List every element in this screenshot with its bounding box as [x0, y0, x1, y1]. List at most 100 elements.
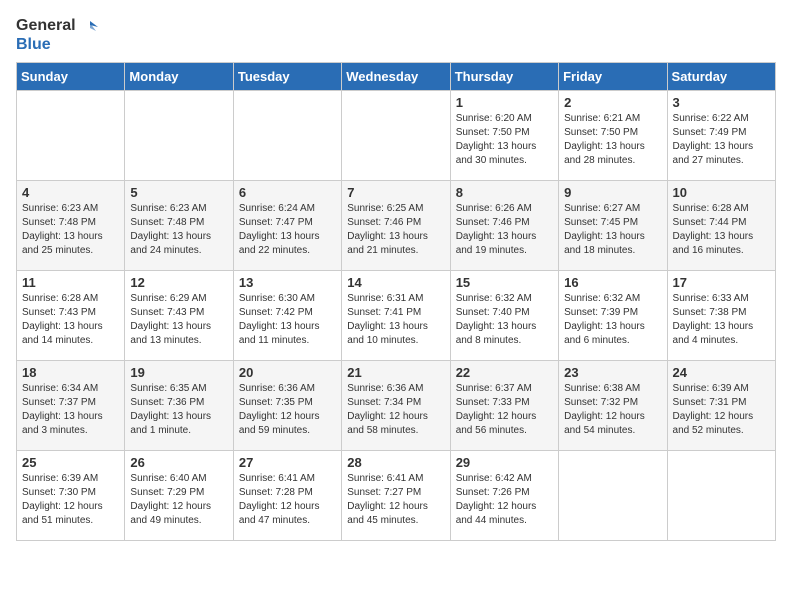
calendar-cell [559, 451, 667, 541]
weekday-header: Friday [559, 63, 667, 91]
calendar-cell [233, 91, 341, 181]
calendar-cell: 22 Sunrise: 6:37 AM Sunset: 7:33 PM Dayli… [450, 361, 558, 451]
day-info: Sunrise: 6:35 AM Sunset: 7:36 PM Dayligh… [130, 382, 227, 438]
weekday-header: Sunday [17, 63, 125, 91]
calendar-cell: 11 Sunrise: 6:28 AM Sunset: 7:43 PM Dayli… [17, 271, 125, 361]
calendar-cell: 9 Sunrise: 6:27 AM Sunset: 7:45 PM Daylig… [559, 181, 667, 271]
calendar-cell: 1Sunrise: 6:20 AM Sunset: 7:50 PM Daylig… [450, 91, 558, 181]
day-number: 25 [22, 455, 119, 470]
day-number: 19 [130, 365, 227, 380]
calendar-cell [17, 91, 125, 181]
calendar-week-row: 4 Sunrise: 6:23 AM Sunset: 7:48 PM Daylig… [17, 181, 776, 271]
day-info: Sunrise: 6:42 AM Sunset: 7:26 PM Dayligh… [456, 472, 553, 528]
day-number: 15 [456, 275, 553, 290]
day-number: 28 [347, 455, 444, 470]
weekday-header: Thursday [450, 63, 558, 91]
calendar-cell: 15 Sunrise: 6:32 AM Sunset: 7:40 PM Dayli… [450, 271, 558, 361]
logo: General Blue [16, 16, 98, 54]
day-number: 20 [239, 365, 336, 380]
calendar-cell: 21Sunrise: 6:36 AM Sunset: 7:34 PM Dayli… [342, 361, 450, 451]
calendar-cell [125, 91, 233, 181]
calendar-cell: 25Sunrise: 6:39 AM Sunset: 7:30 PM Dayli… [17, 451, 125, 541]
calendar-cell: 17 Sunrise: 6:33 AM Sunset: 7:38 PM Dayli… [667, 271, 775, 361]
day-number: 10 [673, 185, 770, 200]
day-info: Sunrise: 6:25 AM Sunset: 7:46 PM Dayligh… [347, 202, 444, 258]
calendar-cell: 4Sunrise: 6:23 AM Sunset: 7:48 PM Daylig… [17, 181, 125, 271]
calendar-cell: 7 Sunrise: 6:25 AM Sunset: 7:46 PM Daylig… [342, 181, 450, 271]
day-info: Sunrise: 6:32 AM Sunset: 7:40 PM Dayligh… [456, 292, 553, 348]
day-info: Sunrise: 6:33 AM Sunset: 7:38 PM Dayligh… [673, 292, 770, 348]
day-info: Sunrise: 6:28 AM Sunset: 7:44 PM Dayligh… [673, 202, 770, 258]
day-number: 5 [130, 185, 227, 200]
day-info: Sunrise: 6:40 AM Sunset: 7:29 PM Dayligh… [130, 472, 227, 528]
calendar-cell: 6Sunrise: 6:24 AM Sunset: 7:47 PM Daylig… [233, 181, 341, 271]
calendar-cell: 12 Sunrise: 6:29 AM Sunset: 7:43 PM Dayli… [125, 271, 233, 361]
weekday-header: Wednesday [342, 63, 450, 91]
page-header: General Blue [16, 16, 776, 54]
calendar-table: SundayMondayTuesdayWednesdayThursdayFrid… [16, 62, 776, 541]
calendar-cell: 8 Sunrise: 6:26 AM Sunset: 7:46 PM Daylig… [450, 181, 558, 271]
day-number: 22 [456, 365, 553, 380]
day-info: Sunrise: 6:37 AM Sunset: 7:33 PM Dayligh… [456, 382, 553, 438]
day-info: Sunrise: 6:21 AM Sunset: 7:50 PM Dayligh… [564, 112, 661, 168]
day-info: Sunrise: 6:29 AM Sunset: 7:43 PM Dayligh… [130, 292, 227, 348]
calendar-cell: 3 Sunrise: 6:22 AM Sunset: 7:49 PM Daylig… [667, 91, 775, 181]
day-number: 2 [564, 95, 661, 110]
day-number: 14 [347, 275, 444, 290]
calendar-cell [667, 451, 775, 541]
calendar-week-row: 25Sunrise: 6:39 AM Sunset: 7:30 PM Dayli… [17, 451, 776, 541]
day-number: 9 [564, 185, 661, 200]
calendar-cell: 5 Sunrise: 6:23 AM Sunset: 7:48 PM Daylig… [125, 181, 233, 271]
calendar-cell: 20 Sunrise: 6:36 AM Sunset: 7:35 PM Dayli… [233, 361, 341, 451]
calendar-cell [342, 91, 450, 181]
day-number: 17 [673, 275, 770, 290]
weekday-header: Saturday [667, 63, 775, 91]
calendar-cell: 24 Sunrise: 6:39 AM Sunset: 7:31 PM Dayli… [667, 361, 775, 451]
day-number: 12 [130, 275, 227, 290]
calendar-cell: 19 Sunrise: 6:35 AM Sunset: 7:36 PM Dayli… [125, 361, 233, 451]
day-info: Sunrise: 6:22 AM Sunset: 7:49 PM Dayligh… [673, 112, 770, 168]
day-number: 7 [347, 185, 444, 200]
calendar-cell: 13 Sunrise: 6:30 AM Sunset: 7:42 PM Dayli… [233, 271, 341, 361]
day-number: 4 [22, 185, 119, 200]
calendar-cell: 10 Sunrise: 6:28 AM Sunset: 7:44 PM Dayli… [667, 181, 775, 271]
calendar-cell: 27Sunrise: 6:41 AM Sunset: 7:28 PM Dayli… [233, 451, 341, 541]
weekday-header: Tuesday [233, 63, 341, 91]
logo-bird-icon [80, 17, 98, 35]
calendar-cell: 23 Sunrise: 6:38 AM Sunset: 7:32 PM Dayli… [559, 361, 667, 451]
day-info: Sunrise: 6:26 AM Sunset: 7:46 PM Dayligh… [456, 202, 553, 258]
day-number: 1 [456, 95, 553, 110]
day-number: 11 [22, 275, 119, 290]
day-info: Sunrise: 6:32 AM Sunset: 7:39 PM Dayligh… [564, 292, 661, 348]
day-info: Sunrise: 6:41 AM Sunset: 7:27 PM Dayligh… [347, 472, 444, 528]
day-number: 13 [239, 275, 336, 290]
day-number: 29 [456, 455, 553, 470]
calendar-cell: 2 Sunrise: 6:21 AM Sunset: 7:50 PM Daylig… [559, 91, 667, 181]
day-info: Sunrise: 6:39 AM Sunset: 7:31 PM Dayligh… [673, 382, 770, 438]
day-info: Sunrise: 6:31 AM Sunset: 7:41 PM Dayligh… [347, 292, 444, 348]
day-info: Sunrise: 6:36 AM Sunset: 7:35 PM Dayligh… [239, 382, 336, 438]
day-info: Sunrise: 6:30 AM Sunset: 7:42 PM Dayligh… [239, 292, 336, 348]
day-number: 27 [239, 455, 336, 470]
day-info: Sunrise: 6:24 AM Sunset: 7:47 PM Dayligh… [239, 202, 336, 258]
day-info: Sunrise: 6:27 AM Sunset: 7:45 PM Dayligh… [564, 202, 661, 258]
day-number: 23 [564, 365, 661, 380]
calendar-cell: 16Sunrise: 6:32 AM Sunset: 7:39 PM Dayli… [559, 271, 667, 361]
calendar-cell: 26Sunrise: 6:40 AM Sunset: 7:29 PM Dayli… [125, 451, 233, 541]
day-number: 3 [673, 95, 770, 110]
weekday-header: Monday [125, 63, 233, 91]
day-info: Sunrise: 6:38 AM Sunset: 7:32 PM Dayligh… [564, 382, 661, 438]
day-number: 18 [22, 365, 119, 380]
calendar-week-row: 18Sunrise: 6:34 AM Sunset: 7:37 PM Dayli… [17, 361, 776, 451]
calendar-cell: 18Sunrise: 6:34 AM Sunset: 7:37 PM Dayli… [17, 361, 125, 451]
calendar-cell: 29 Sunrise: 6:42 AM Sunset: 7:26 PM Dayli… [450, 451, 558, 541]
day-info: Sunrise: 6:36 AM Sunset: 7:34 PM Dayligh… [347, 382, 444, 438]
day-info: Sunrise: 6:28 AM Sunset: 7:43 PM Dayligh… [22, 292, 119, 348]
calendar-week-row: 11 Sunrise: 6:28 AM Sunset: 7:43 PM Dayli… [17, 271, 776, 361]
day-number: 24 [673, 365, 770, 380]
day-info: Sunrise: 6:23 AM Sunset: 7:48 PM Dayligh… [130, 202, 227, 258]
calendar-cell: 14 Sunrise: 6:31 AM Sunset: 7:41 PM Dayli… [342, 271, 450, 361]
logo-text: General Blue [16, 16, 98, 54]
day-number: 8 [456, 185, 553, 200]
calendar-header-row: SundayMondayTuesdayWednesdayThursdayFrid… [17, 63, 776, 91]
